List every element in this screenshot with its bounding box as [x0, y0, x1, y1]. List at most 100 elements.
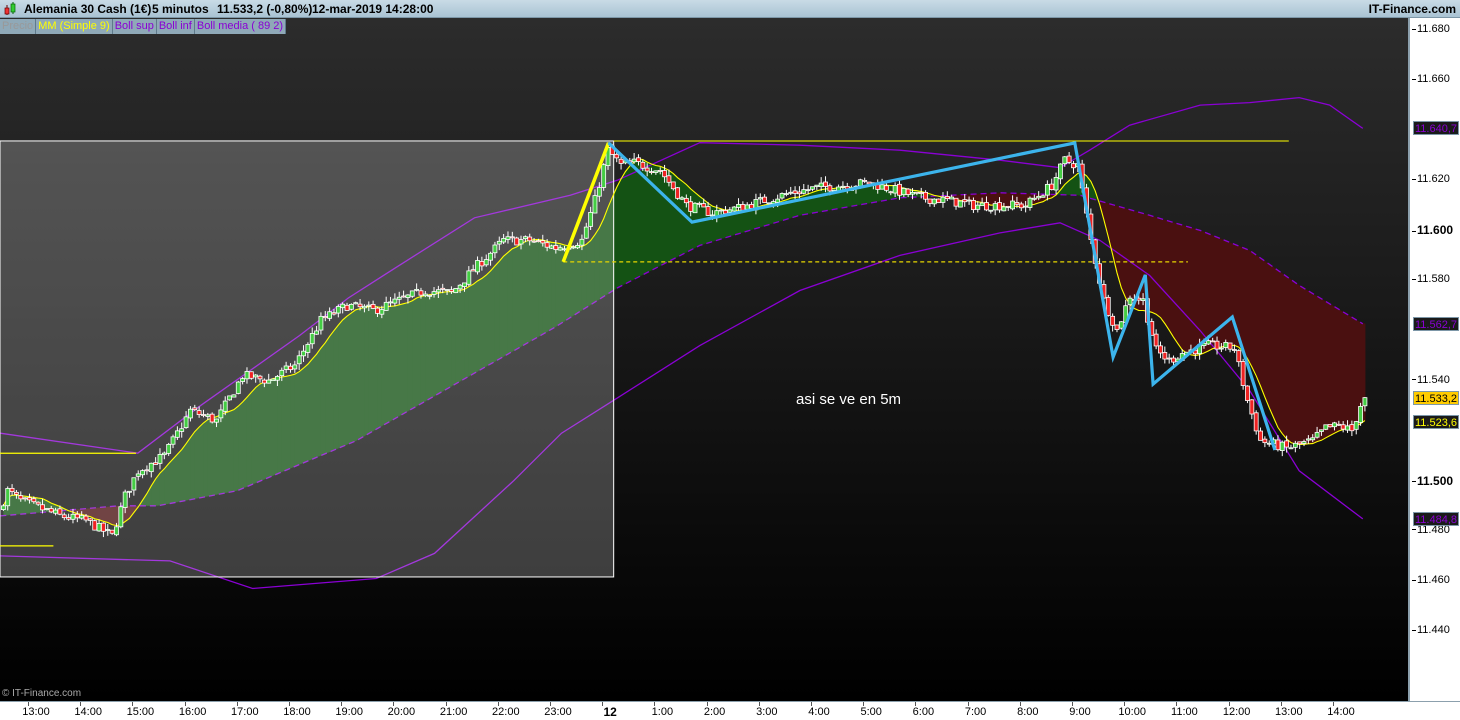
candle-body — [1105, 296, 1111, 316]
candle-body — [657, 170, 663, 172]
candle-body — [335, 306, 341, 314]
candle — [235, 380, 241, 395]
x-tick-label: 14:00 — [1327, 706, 1355, 718]
x-tick-label: 13:00 — [1275, 706, 1303, 718]
candle-body — [1353, 421, 1359, 430]
candle — [936, 198, 942, 204]
candle — [209, 412, 215, 424]
mm-band-fill-bear — [1347, 314, 1353, 429]
candle-body — [166, 444, 172, 454]
price-axis[interactable]: 11.680 11.660 11.620 11.600 11.580 11.540 11.5… — [1408, 18, 1460, 703]
candle-body — [266, 379, 272, 384]
candle-body — [1227, 342, 1233, 350]
legend-boll-inf[interactable]: Boll inf — [156, 19, 195, 34]
candle-body — [357, 303, 363, 308]
candle-body — [971, 200, 976, 211]
candle-body — [74, 513, 80, 519]
candle-body — [183, 416, 189, 428]
candle-body — [736, 204, 741, 208]
candle-body — [531, 240, 537, 243]
candle-body — [723, 210, 728, 215]
candle-body — [370, 303, 376, 309]
price-value-label: 11.484,8 — [1413, 511, 1459, 526]
candle-body — [514, 237, 520, 246]
candle — [1240, 358, 1246, 390]
mm-band-fill-bull — [816, 189, 822, 213]
candle-body — [797, 191, 802, 195]
candle-body — [492, 244, 498, 254]
mm-band-fill-bear — [1282, 273, 1288, 439]
x-tick-label: 2:00 — [703, 706, 726, 718]
candle-body — [440, 287, 446, 290]
candle-body — [70, 513, 76, 520]
candle — [453, 288, 459, 294]
candle-body — [905, 188, 911, 195]
mm-band-fill-bear — [1295, 282, 1301, 445]
x-tick-label: 3:00 — [756, 706, 778, 718]
mm-band-fill-bear — [1203, 231, 1209, 353]
timeframe[interactable]: 5 minutos — [152, 2, 209, 16]
candle — [692, 202, 698, 214]
candle-body — [301, 350, 306, 357]
y-tick-label: 11.500 — [1412, 474, 1453, 488]
candle-body — [292, 364, 298, 370]
mm-band-fill-bull — [855, 187, 861, 206]
candle — [514, 236, 520, 246]
candle-body — [1114, 324, 1120, 330]
legend-boll-media[interactable]: Boll media ( 89 2) — [194, 19, 287, 34]
candle-body — [675, 187, 681, 199]
x-tick-label: 7:00 — [964, 706, 987, 718]
candle-body — [583, 226, 589, 239]
candle-body — [118, 506, 124, 528]
candle-body — [1340, 424, 1346, 430]
candle-body — [1232, 349, 1237, 351]
candle-body — [988, 209, 994, 212]
legend-precio[interactable]: Precio — [0, 19, 37, 34]
candle-body — [1214, 340, 1220, 350]
mm-band-fill-bull — [821, 188, 827, 212]
title-bar: Alemania 30 Cash (1€) 5 minutos 11.533,2… — [0, 0, 1460, 18]
candle-body — [1171, 357, 1176, 363]
candle-body — [701, 203, 707, 208]
candle-body — [270, 378, 276, 382]
candle-body — [901, 187, 907, 196]
candle-body — [449, 289, 454, 292]
time-axis[interactable]: 13:00 14:00 15:00 16:00 17:00 18:00 19:00 20:00… — [0, 701, 1460, 720]
x-tick-label: 10:00 — [1118, 706, 1146, 718]
candle-body — [1066, 155, 1072, 163]
candle-body — [1275, 439, 1281, 451]
candle-body — [205, 414, 211, 417]
candle-body — [475, 260, 480, 273]
candle-body — [501, 238, 507, 243]
legend-boll-sup[interactable]: Boll sup — [112, 19, 157, 34]
mm-band-fill-bear — [1304, 288, 1309, 445]
candle-body — [1001, 206, 1007, 212]
x-tick-label: 11:00 — [1171, 706, 1198, 718]
legend-mm[interactable]: MM (Simple 9) — [36, 19, 113, 34]
candle-body — [618, 158, 624, 164]
candle-body — [240, 378, 246, 382]
candle-body — [153, 462, 159, 465]
candle-body — [227, 395, 232, 401]
brand: IT-Finance.com — [1368, 2, 1456, 16]
candle-body — [483, 259, 489, 266]
mm-band-fill-bull — [864, 185, 870, 204]
x-tick-label: 13:00 — [22, 706, 50, 718]
candle-body — [92, 520, 98, 531]
candle-body — [209, 413, 215, 423]
candle-body — [1305, 438, 1311, 441]
mm-band-fill-bear — [1334, 306, 1340, 434]
x-tick-label: 9:00 — [1069, 706, 1091, 718]
candle-body — [823, 181, 828, 187]
price-chart[interactable] — [0, 18, 1408, 701]
candle-body — [527, 236, 533, 242]
candle-body — [44, 508, 50, 510]
candle-body — [840, 185, 846, 188]
candle-body — [783, 193, 789, 195]
mm-band-fill-bear — [1003, 192, 1009, 208]
candle-body — [1053, 177, 1059, 191]
candle-body — [936, 198, 942, 204]
candle-body — [1218, 347, 1224, 350]
candle — [731, 205, 737, 213]
x-tick-label: 12:00 — [1222, 706, 1251, 718]
